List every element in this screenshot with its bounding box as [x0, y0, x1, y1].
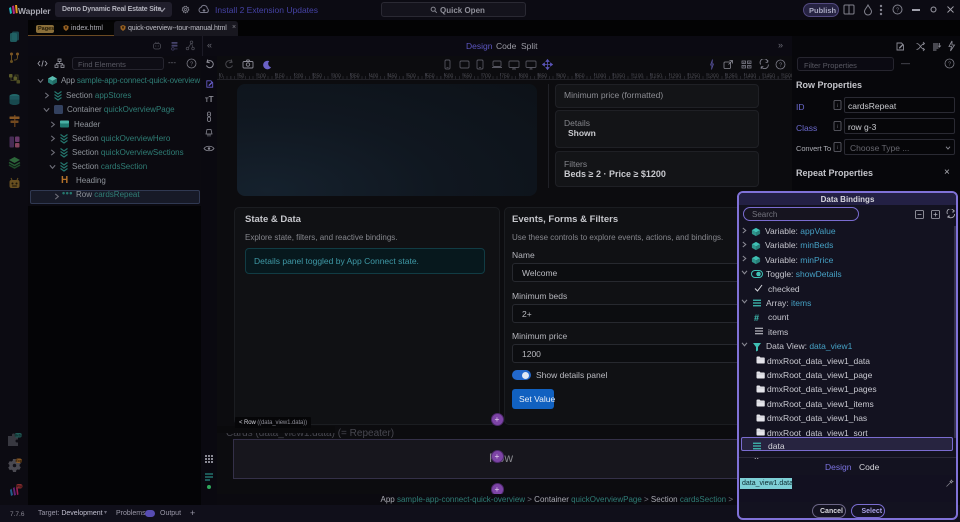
svg-text:100: 100: [258, 74, 267, 80]
svg-text:Beta: Beta: [14, 434, 22, 438]
svg-text:500: 500: [408, 74, 417, 80]
svg-text:650: 650: [464, 74, 473, 80]
svg-text:700: 700: [483, 74, 492, 80]
svg-text:?: ?: [779, 63, 782, 69]
svg-text:1200: 1200: [670, 74, 681, 80]
svg-text:1250: 1250: [689, 74, 700, 80]
svg-text:900: 900: [558, 74, 567, 80]
svg-text:0: 0: [220, 74, 223, 80]
svg-text:800: 800: [520, 74, 529, 80]
svg-text:150: 150: [276, 74, 285, 80]
svg-text:1400: 1400: [745, 74, 756, 80]
svg-text:1150: 1150: [651, 74, 662, 80]
svg-text:250: 250: [314, 74, 323, 80]
svg-text:50: 50: [239, 74, 245, 80]
svg-text:1050: 1050: [614, 74, 625, 80]
svg-text:1300: 1300: [708, 74, 719, 80]
svg-text:750: 750: [501, 74, 510, 80]
svg-text:200: 200: [295, 74, 304, 80]
svg-text:i: i: [837, 124, 839, 130]
svg-text:Exp: Exp: [16, 459, 22, 463]
svg-text:1000: 1000: [595, 74, 606, 80]
svg-text:300: 300: [333, 74, 342, 80]
svg-text:?: ?: [190, 62, 193, 68]
svg-text:Pro: Pro: [16, 485, 22, 489]
svg-text:850: 850: [539, 74, 548, 80]
svg-text:400: 400: [370, 74, 379, 80]
svg-text:1100: 1100: [633, 74, 644, 80]
svg-text:950: 950: [576, 74, 585, 80]
svg-text:600: 600: [445, 74, 454, 80]
svg-text:i: i: [837, 145, 839, 151]
svg-text:1450: 1450: [764, 74, 775, 80]
svg-text:?: ?: [896, 8, 899, 14]
svg-text:i: i: [837, 103, 839, 109]
svg-text:450: 450: [389, 74, 398, 80]
svg-text:350: 350: [351, 74, 360, 80]
svg-text:1500: 1500: [783, 74, 793, 80]
svg-text:550: 550: [426, 74, 435, 80]
svg-text:?: ?: [948, 62, 951, 68]
svg-text:1350: 1350: [726, 74, 737, 80]
